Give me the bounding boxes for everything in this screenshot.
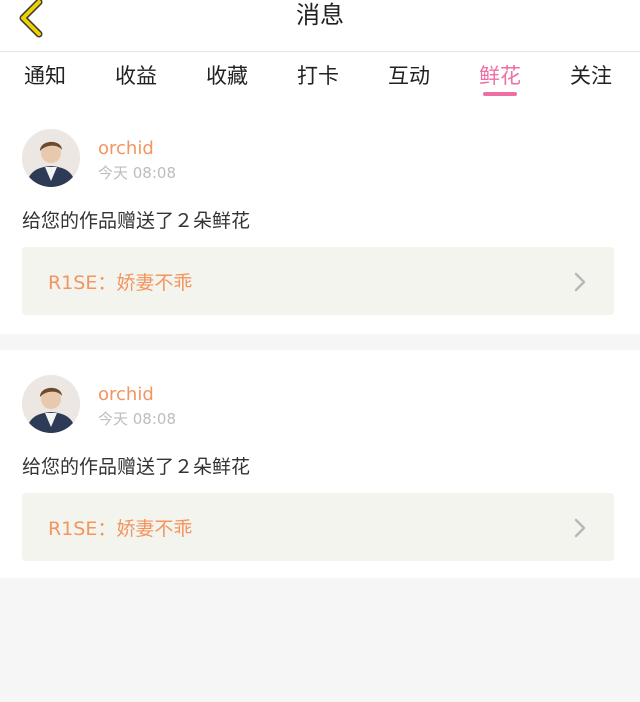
avatar[interactable] (22, 375, 80, 433)
list-item: orchid 今天 08:08 给您的作品赠送了２朵鲜花 R1SE：娇妻不乖 (0, 350, 640, 578)
tab-favorites[interactable]: 收藏 (204, 60, 250, 100)
message-text: 给您的作品赠送了２朵鲜花 (22, 210, 251, 232)
work-link[interactable]: R1SE：娇妻不乖 (22, 247, 614, 315)
active-tab-indicator (483, 92, 517, 96)
username-link[interactable]: orchid (98, 138, 154, 159)
tab-label: 打卡 (297, 64, 339, 88)
tab-checkin[interactable]: 打卡 (295, 60, 341, 100)
work-title: R1SE：娇妻不乖 (48, 272, 193, 294)
work-title: R1SE：娇妻不乖 (48, 518, 193, 540)
user-avatar-icon (22, 375, 80, 433)
work-link[interactable]: R1SE：娇妻不乖 (22, 493, 614, 561)
message-text: 给您的作品赠送了２朵鲜花 (22, 456, 251, 478)
timestamp: 今天 08:08 (98, 164, 176, 182)
chevron-right-icon (574, 518, 586, 538)
tab-label: 互动 (388, 64, 430, 88)
tab-earnings[interactable]: 收益 (113, 60, 159, 100)
tab-follow[interactable]: 关注 (568, 60, 614, 100)
tab-notifications[interactable]: 通知 (22, 60, 68, 100)
user-avatar-icon (22, 129, 80, 187)
tab-label: 通知 (24, 64, 66, 88)
tab-bar: 通知 收益 收藏 打卡 互动 鲜花 关注 (0, 52, 640, 100)
tab-interaction[interactable]: 互动 (386, 60, 432, 100)
chevron-right-icon (574, 272, 586, 292)
timestamp: 今天 08:08 (98, 410, 176, 428)
tab-flowers[interactable]: 鲜花 (477, 60, 523, 100)
avatar[interactable] (22, 129, 80, 187)
list-item: orchid 今天 08:08 给您的作品赠送了２朵鲜花 R1SE：娇妻不乖 (0, 100, 640, 334)
username-link[interactable]: orchid (98, 384, 154, 405)
header-bar: 消息 (0, 0, 640, 52)
tab-label: 关注 (570, 64, 612, 88)
tab-label: 鲜花 (479, 64, 521, 88)
tab-label: 收益 (115, 64, 157, 88)
tab-label: 收藏 (206, 64, 248, 88)
page-title: 消息 (296, 1, 344, 29)
